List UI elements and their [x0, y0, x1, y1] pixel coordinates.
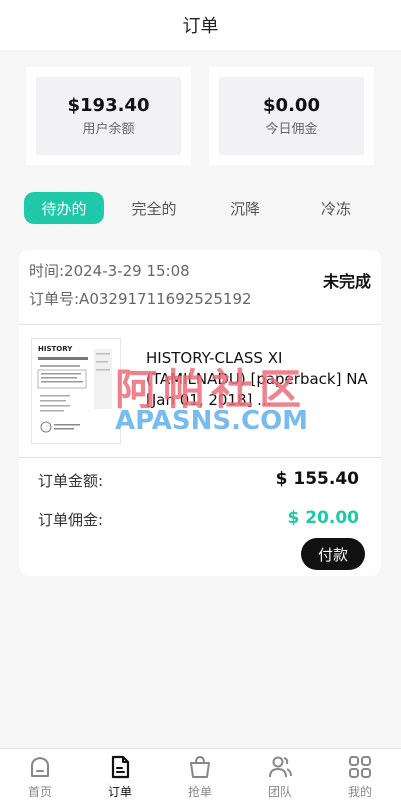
team-icon: [269, 756, 292, 778]
order-amount-value: $ 155.40: [275, 469, 359, 489]
balance-value: $193.40: [67, 95, 150, 116]
stats-panel: $193.40 用户余额 $0.00 今日佣金: [26, 67, 374, 165]
nav-orders[interactable]: 订单: [80, 751, 160, 801]
balance-label: 用户余额: [82, 122, 135, 137]
balance-card: $193.40 用户余额: [26, 67, 191, 165]
nav-grab-order-label: 抢单: [187, 785, 212, 799]
tab-settled[interactable]: 沉降: [205, 192, 285, 224]
divider: [19, 324, 381, 325]
tab-pending[interactable]: 待办的: [24, 192, 104, 224]
order-status: 未完成: [322, 272, 371, 291]
order-amount-label: 订单金额:: [38, 472, 104, 490]
today-commission-label: 今日佣金: [265, 122, 318, 137]
order-status-tabs: 待办的 完全的 沉降 冷冻: [24, 192, 384, 224]
tab-completed[interactable]: 完全的: [114, 192, 194, 224]
page-header: 订单: [0, 0, 401, 50]
grid-icon: [349, 756, 371, 778]
order-commission-label: 订单佣金:: [38, 511, 104, 529]
nav-home-label: 首页: [27, 785, 52, 799]
order-doc-icon: [111, 755, 130, 779]
order-number: 订单号:A03291711692525192: [29, 290, 252, 308]
order-card: 时间:2024-3-29 15:08 订单号:A0329171169252519…: [19, 250, 381, 576]
shopping-bag-icon: [190, 755, 210, 778]
home-icon: [31, 757, 49, 777]
page-title: 订单: [182, 16, 219, 37]
today-commission-value: $0.00: [263, 95, 320, 116]
book-cover-image: HISTORY: [37, 345, 112, 433]
nav-team-label: 团队: [267, 785, 292, 799]
order-commission-value: $ 20.00: [287, 508, 359, 528]
thumb-title: HISTORY: [38, 345, 73, 353]
bottom-nav: 首页 订单 抢单 团队 我的: [0, 748, 401, 805]
nav-grab-order[interactable]: 抢单: [160, 751, 240, 801]
product-title[interactable]: HISTORY-CLASS XI (TAMILNADU) [paperback]…: [146, 348, 368, 411]
tab-frozen[interactable]: 冷冻: [296, 192, 376, 224]
nav-team[interactable]: 团队: [240, 751, 320, 801]
today-commission-card: $0.00 今日佣金: [209, 67, 374, 165]
divider: [19, 457, 381, 458]
nav-home[interactable]: 首页: [0, 751, 80, 801]
pay-button[interactable]: 付款: [301, 538, 365, 570]
product-thumbnail: HISTORY: [31, 338, 121, 444]
nav-profile-label: 我的: [347, 785, 372, 799]
nav-orders-label: 订单: [107, 785, 132, 799]
nav-profile[interactable]: 我的: [320, 751, 400, 801]
order-time: 时间:2024-3-29 15:08: [29, 262, 190, 280]
